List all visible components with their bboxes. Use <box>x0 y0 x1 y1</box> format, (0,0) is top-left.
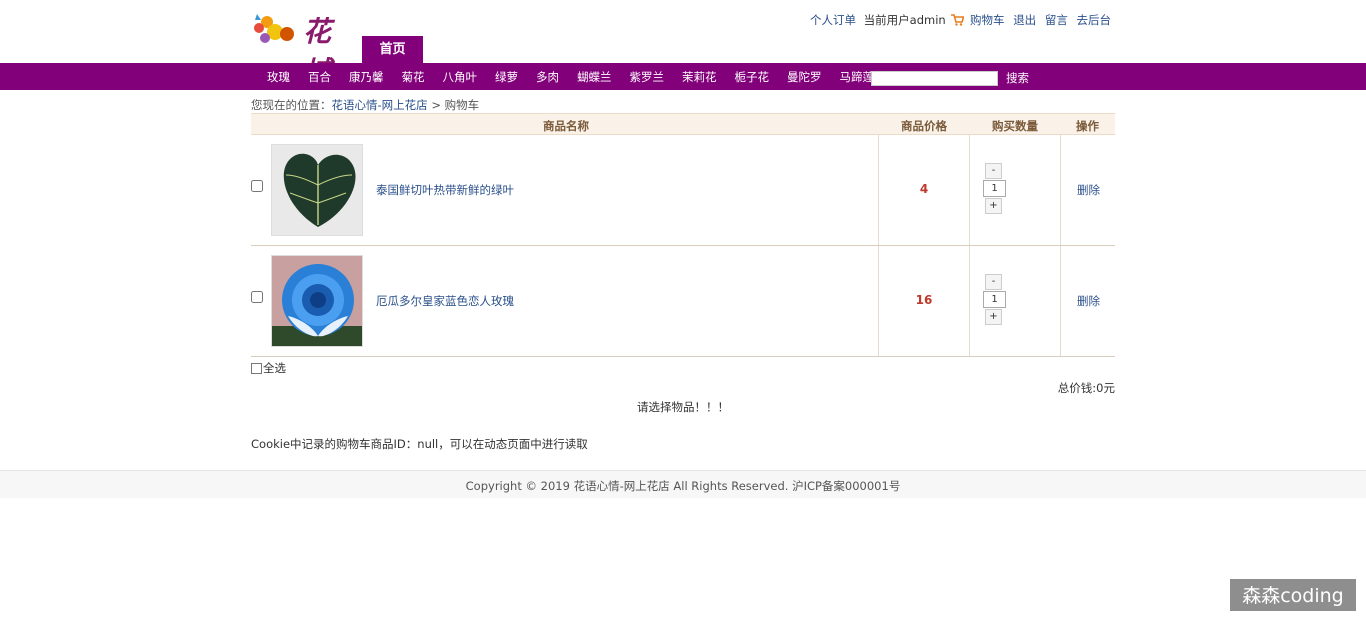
row-checkbox[interactable] <box>251 180 263 192</box>
nav-item[interactable]: 茉莉花 <box>673 69 726 85</box>
nav-item[interactable]: 紫罗兰 <box>621 69 674 85</box>
col-divider <box>1060 135 1061 245</box>
col-divider <box>1060 246 1061 356</box>
delete-link[interactable]: 删除 <box>1077 182 1100 198</box>
orders-link[interactable]: 个人订单 <box>810 13 856 27</box>
product-price: 4 <box>919 182 929 196</box>
qty-decrease-button[interactable]: - <box>985 274 1002 290</box>
message-link[interactable]: 留言 <box>1045 13 1068 27</box>
cart-header: 商品名称 商品价格 购买数量 操作 <box>251 113 1115 135</box>
nav-item[interactable]: 菊花 <box>393 69 434 85</box>
nav-item[interactable]: 多肉 <box>527 69 568 85</box>
admin-link[interactable]: 去后台 <box>1077 13 1112 27</box>
nav-item[interactable]: 绿萝 <box>486 69 527 85</box>
col-qty: 购买数量 <box>992 119 1038 133</box>
cart-link[interactable]: 购物车 <box>970 13 1005 27</box>
qty-increase-button[interactable]: + <box>985 198 1002 214</box>
nav-items: 玫瑰 百合 康乃馨 菊花 八角叶 绿萝 多肉 蝴蝶兰 紫罗兰 茉莉花 栀子花 曼陀罗 马蹄莲 <box>258 63 883 90</box>
current-user: 当前用户admin <box>863 13 946 27</box>
cart-table: 商品名称 商品价格 购买数量 操作 泰国鲜切叶热带新鲜的绿叶 4 - 1 + 删… <box>251 113 1115 357</box>
nav-item[interactable]: 八角叶 <box>434 69 487 85</box>
breadcrumb-home[interactable]: 花语心情-网上花店 <box>332 98 428 112</box>
product-price: 16 <box>915 293 933 307</box>
select-notice: 请选择物品！！！ <box>637 400 729 414</box>
col-action: 操作 <box>1076 119 1099 133</box>
col-divider <box>969 246 970 356</box>
col-name: 商品名称 <box>543 119 589 133</box>
search-input[interactable] <box>871 71 998 86</box>
nav-item[interactable]: 玫瑰 <box>258 69 299 85</box>
col-divider <box>969 135 970 245</box>
total-price: 总价钱:0元 <box>1057 381 1115 395</box>
breadcrumb-prefix: 您现在的位置： <box>251 98 332 112</box>
cart-icon <box>951 14 965 26</box>
flower-logo-icon <box>254 14 294 43</box>
cookie-note: Cookie中记录的购物车商品ID：null，可以在动态页面中进行读取 <box>251 437 588 451</box>
cart-row: 厄瓜多尔皇家蓝色恋人玫瑰 16 - 1 + 删除 <box>251 246 1115 357</box>
qty-input[interactable]: 1 <box>983 291 1006 308</box>
nav-item[interactable]: 百合 <box>299 69 340 85</box>
qty-increase-button[interactable]: + <box>985 309 1002 325</box>
nav-item[interactable]: 曼陀罗 <box>778 69 831 85</box>
leaf-image-icon <box>272 145 362 235</box>
qty-decrease-button[interactable]: - <box>985 163 1002 179</box>
delete-link[interactable]: 删除 <box>1077 293 1100 309</box>
rose-image-icon <box>272 256 362 346</box>
product-image-leaf[interactable] <box>271 144 363 236</box>
breadcrumb: 您现在的位置：花语心情-网上花店 > 购物车 <box>251 97 479 113</box>
row-checkbox[interactable] <box>251 291 263 303</box>
col-price: 商品价格 <box>901 119 947 133</box>
home-tab[interactable]: 首页 <box>362 36 423 63</box>
nav-item[interactable]: 康乃馨 <box>340 69 393 85</box>
breadcrumb-sep: > <box>431 98 441 112</box>
search-button[interactable]: 搜索 <box>1006 70 1029 86</box>
product-image-rose[interactable] <box>271 255 363 347</box>
top-links: 个人订单 当前用户admin 购物车 退出 留言 去后台 <box>805 12 1111 28</box>
cart-row: 泰国鲜切叶热带新鲜的绿叶 4 - 1 + 删除 <box>251 135 1115 246</box>
footer: Copyright © 2019 花语心情-网上花店 All Rights Re… <box>0 470 1366 498</box>
watermark: 森森coding <box>1230 579 1356 611</box>
logout-link[interactable]: 退出 <box>1013 13 1036 27</box>
product-name[interactable]: 泰国鲜切叶热带新鲜的绿叶 <box>376 182 514 198</box>
select-all-label: 全选 <box>263 361 286 375</box>
select-all[interactable]: 全选 <box>251 360 286 376</box>
category-nav: 玫瑰 百合 康乃馨 菊花 八角叶 绿萝 多肉 蝴蝶兰 紫罗兰 茉莉花 栀子花 曼陀罗 马蹄莲 搜索 <box>0 63 1366 90</box>
nav-item[interactable]: 栀子花 <box>726 69 779 85</box>
qty-input[interactable]: 1 <box>983 180 1006 197</box>
product-name[interactable]: 厄瓜多尔皇家蓝色恋人玫瑰 <box>376 293 514 309</box>
site-logo[interactable]: 花城 <box>251 8 361 88</box>
breadcrumb-current: 购物车 <box>444 98 480 112</box>
nav-item[interactable]: 蝴蝶兰 <box>568 69 621 85</box>
select-all-checkbox[interactable] <box>251 362 262 374</box>
header: 花城 首页 个人订单 当前用户admin 购物车 退出 留言 去后台 <box>0 0 1366 88</box>
